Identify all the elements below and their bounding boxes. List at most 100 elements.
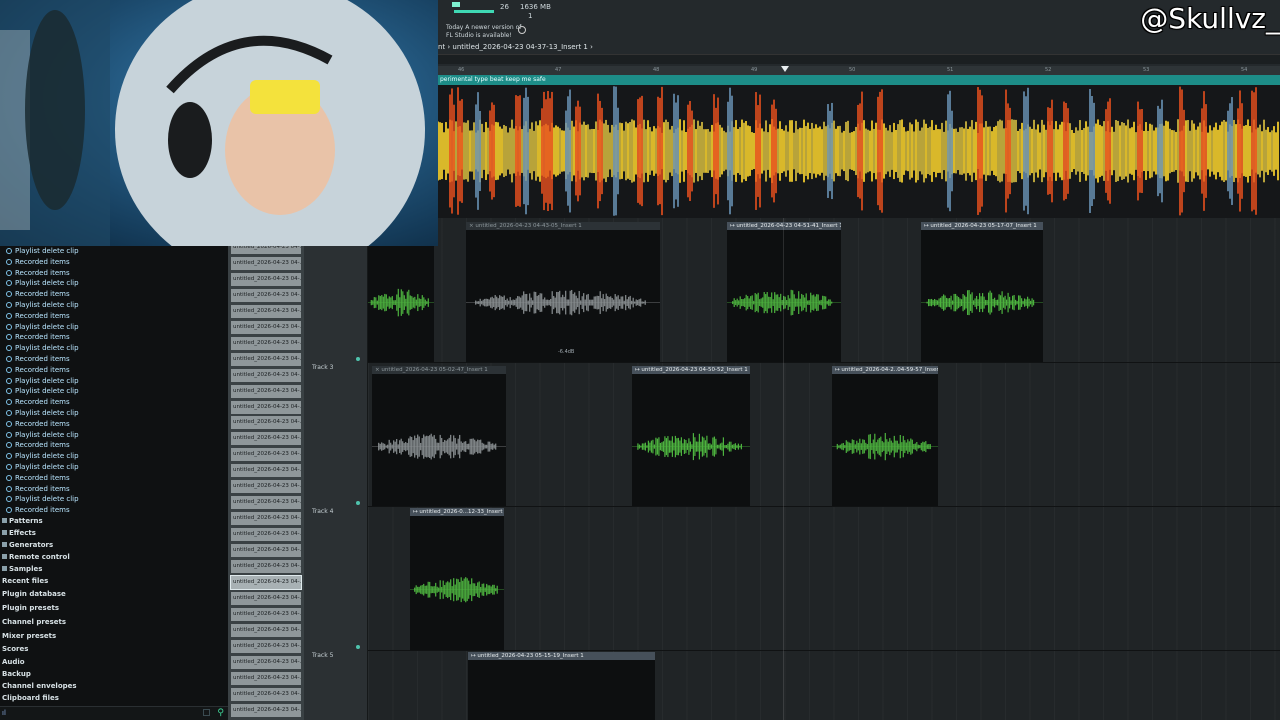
history-item[interactable]: Recorded items	[0, 440, 228, 451]
audio-clip[interactable]: ↦ untitled_2026-04-23 05-15-19_Insert 1	[468, 652, 655, 720]
playlist-grid[interactable]: × untitled_2026-04-23 04-43-05_Insert 1 …	[368, 218, 1280, 720]
scroll-overview[interactable]	[438, 54, 1280, 64]
history-item[interactable]: Playlist delete clip	[0, 451, 228, 462]
clip-source-item[interactable]: untitled_2026-04-23 04-...	[231, 480, 301, 494]
clip-source-item[interactable]: untitled_2026-04-23 04-...	[231, 496, 301, 510]
browser-category-item[interactable]: Effects	[0, 529, 36, 537]
browser-category-item[interactable]: Backup	[0, 670, 31, 678]
history-icon	[6, 507, 12, 514]
history-item[interactable]: Recorded items	[0, 505, 228, 516]
history-item[interactable]: Playlist delete clip	[0, 343, 228, 354]
audio-clip[interactable]: × untitled_2026-04-23 05-02-47_Insert 1	[372, 366, 506, 506]
browser-category-item[interactable]: Generators	[0, 541, 53, 549]
browser-category-item[interactable]: Audio	[0, 658, 25, 666]
clip-source-item[interactable]: untitled_2026-04-23 04-...	[231, 320, 301, 334]
history-item[interactable]: Recorded items	[0, 354, 228, 365]
audio-clip[interactable]: ↦ untitled_2026-04-23 04-50-52_Insert 1	[632, 366, 750, 506]
history-item[interactable]: Playlist delete clip	[0, 494, 228, 505]
browser-search[interactable]: ıl ⚲	[0, 706, 228, 720]
clip-source-item[interactable]: untitled_2026-04-23 04-...	[231, 304, 301, 318]
clip-source-item[interactable]: untitled_2026-04-23 04-...	[231, 416, 301, 430]
track-led-icon[interactable]	[356, 645, 360, 649]
browser-category-item[interactable]: Scores	[0, 645, 28, 653]
clip-source-item[interactable]: untitled_2026-04-23 04-...	[231, 384, 301, 398]
clip-source-item[interactable]: untitled_2026-04-23 04-...	[231, 639, 301, 653]
clip-source-item[interactable]: untitled_2026-04-23 04-...	[230, 574, 302, 590]
clip-source-item[interactable]: untitled_2026-04-23 04-...	[231, 703, 301, 717]
track-label[interactable]: Track 4	[312, 508, 333, 515]
clip-source-item[interactable]: untitled_2026-04-23 04-...	[231, 607, 301, 621]
browser-category-item[interactable]: Patterns	[0, 517, 43, 525]
history-item[interactable]: Playlist delete clip	[0, 430, 228, 441]
track-led-icon[interactable]	[356, 501, 360, 505]
history-item[interactable]: Playlist delete clip	[0, 278, 228, 289]
update-notice[interactable]: Today A newer version of FL Studio is av…	[446, 24, 521, 40]
history-item[interactable]: Playlist delete clip	[0, 376, 228, 387]
zoom-icon[interactable]	[203, 709, 210, 716]
audio-clip[interactable]: × untitled_2026-04-23 04-43-05_Insert 1 …	[466, 222, 660, 362]
history-item[interactable]: Recorded items	[0, 397, 228, 408]
history-item[interactable]: Recorded items	[0, 473, 228, 484]
timeline-ruler[interactable]: 46 47 48 49 50 51 52 53 54	[438, 66, 1280, 75]
track-label[interactable]: Track 3	[312, 364, 333, 371]
clip-source-item[interactable]: untitled_2026-04-23 04-...	[231, 352, 301, 366]
history-item[interactable]: Playlist delete clip	[0, 246, 228, 257]
clip-source-item[interactable]: untitled_2026-04-23 04-...	[231, 368, 301, 382]
browser-category-item[interactable]: Samples	[0, 565, 42, 573]
clip-source-item[interactable]: untitled_2026-04-23 04-...	[231, 528, 301, 542]
history-item[interactable]: Playlist delete clip	[0, 462, 228, 473]
clip-source-item[interactable]: untitled_2026-04-23 04-...	[231, 655, 301, 669]
history-item[interactable]: Recorded items	[0, 332, 228, 343]
history-item[interactable]: Recorded items	[0, 419, 228, 430]
history-item-label: Recorded items	[15, 441, 70, 450]
history-item[interactable]: Playlist delete clip	[0, 322, 228, 333]
clip-source-item[interactable]: untitled_2026-04-23 04-...	[231, 512, 301, 526]
browser-category-item[interactable]: Plugin database	[0, 590, 66, 598]
audio-clip[interactable]: ↦ untitled_2026-04-23 04-51-41_Insert 1	[727, 222, 841, 362]
clip-source-item[interactable]: untitled_2026-04-23 04-...	[231, 256, 301, 270]
history-item[interactable]: Playlist delete clip	[0, 386, 228, 397]
search-icon[interactable]: ⚲	[217, 708, 224, 718]
history-item[interactable]: Recorded items	[0, 365, 228, 376]
clip-source-item[interactable]: untitled_2026-04-23 04-...	[231, 272, 301, 286]
clip-source-item[interactable]: untitled_2026-04-23 04-...	[231, 623, 301, 637]
history-item[interactable]: Recorded items	[0, 289, 228, 300]
history-item[interactable]: Recorded items	[0, 268, 228, 279]
breadcrumb[interactable]: nt › untitled_2026-04-23 04-37-13_Insert…	[438, 43, 593, 51]
audio-clip[interactable]: ↦ untitled_2026-04-2..04-59-57_Insert 1	[832, 366, 938, 506]
browser-category-item[interactable]: Plugin presets	[0, 604, 59, 612]
update-icon[interactable]	[518, 26, 526, 34]
history-item[interactable]: Playlist delete clip	[0, 300, 228, 311]
browser-category-item[interactable]: Clipboard files	[0, 694, 59, 702]
clip-source-item[interactable]: untitled_2026-04-23 04-...	[231, 288, 301, 302]
clip-source-item[interactable]: untitled_2026-04-23 04-...	[231, 336, 301, 350]
browser-category-item[interactable]: Mixer presets	[0, 632, 56, 640]
history-item[interactable]: Recorded items	[0, 484, 228, 495]
audio-clip[interactable]: ↦ untitled_2026-04-23 05-17-07_Insert 1	[921, 222, 1043, 362]
master-waveform[interactable]	[437, 85, 1280, 218]
track-led-icon[interactable]	[356, 357, 360, 361]
browser-category-item[interactable]: Channel presets	[0, 618, 66, 626]
clip-source-item[interactable]: untitled_2026-04-23 04-...	[231, 448, 301, 462]
playhead-marker-icon[interactable]	[781, 66, 789, 72]
history-item-label: Playlist delete clip	[15, 387, 79, 396]
browser-category-item[interactable]: Recent files	[0, 577, 48, 585]
clip-source-item[interactable]: untitled_2026-04-23 04-...	[231, 671, 301, 685]
browser-category-item[interactable]: Remote control	[0, 553, 70, 561]
clip-source-item[interactable]: untitled_2026-04-23 04-...	[231, 400, 301, 414]
audio-clip[interactable]: ↦ untitled_2026-0...12-33_Insert 1	[410, 508, 504, 650]
history-item[interactable]: Recorded items	[0, 257, 228, 268]
clip-source-item[interactable]: untitled_2026-04-23 04-...	[231, 560, 301, 573]
history-item[interactable]: Recorded items	[0, 311, 228, 322]
clip-source-item[interactable]: untitled_2026-04-23 04-...	[231, 544, 301, 558]
history-item[interactable]: Playlist delete clip	[0, 408, 228, 419]
search-input[interactable]: ıl	[2, 709, 6, 717]
clip-source-item[interactable]: untitled_2026-04-23 04-...	[231, 687, 301, 701]
audio-clip-title[interactable]: perimental type beat keep me safe	[438, 75, 1280, 85]
clip-source-item[interactable]: untitled_2026-04-23 04-...	[231, 591, 301, 605]
browser-category-item[interactable]: Channel envelopes	[0, 682, 77, 690]
clip-source-item[interactable]: untitled_2026-04-23 04-...	[231, 464, 301, 478]
track-label[interactable]: Track 5	[312, 652, 333, 659]
history-item-label: Playlist delete clip	[15, 344, 79, 353]
clip-source-item[interactable]: untitled_2026-04-23 04-...	[231, 432, 301, 446]
